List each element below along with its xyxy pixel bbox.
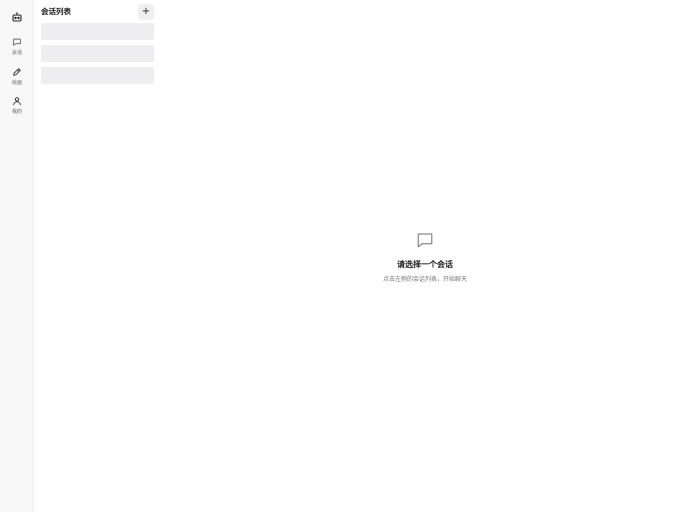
conversation-skeleton bbox=[41, 23, 154, 40]
conversation-panel: 会话列表 + bbox=[34, 0, 162, 512]
new-conversation-button[interactable]: + bbox=[138, 4, 154, 20]
nav-item-chat[interactable]: 会话 bbox=[0, 36, 34, 62]
empty-state-title: 请选择一个会话 bbox=[397, 260, 453, 269]
conversation-skeleton bbox=[41, 45, 154, 62]
chat-bubble-icon bbox=[416, 231, 434, 249]
user-icon bbox=[11, 95, 23, 107]
empty-state: 请选择一个会话 点击左侧的会话列表，开始聊天 bbox=[162, 0, 688, 512]
nav-item-profile-label: 我的 bbox=[11, 109, 22, 115]
chat-icon bbox=[11, 36, 23, 48]
pencil-icon bbox=[11, 66, 23, 78]
nav-item-drawing-label: 绘画 bbox=[11, 80, 22, 86]
nav-rail: 会话 绘画 我的 bbox=[0, 0, 34, 512]
conversation-list-title: 会话列表 bbox=[41, 7, 71, 16]
robot-icon[interactable] bbox=[10, 10, 24, 24]
conversation-skeleton bbox=[41, 67, 154, 84]
nav-item-chat-label: 会话 bbox=[11, 50, 22, 56]
nav-item-drawing[interactable]: 绘画 bbox=[0, 66, 34, 92]
nav-item-profile[interactable]: 我的 bbox=[0, 95, 34, 121]
empty-state-subtitle: 点击左侧的会话列表，开始聊天 bbox=[382, 276, 467, 283]
